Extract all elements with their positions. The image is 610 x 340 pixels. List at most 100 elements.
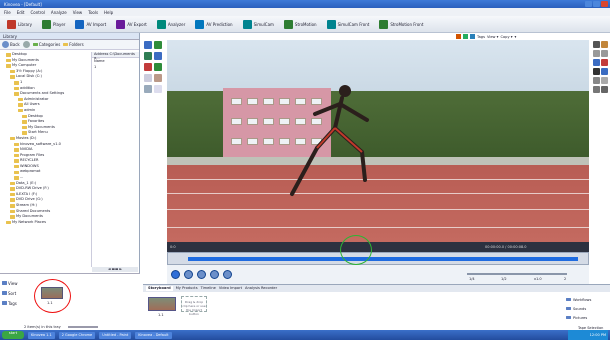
toolbar-label: Library: [18, 21, 32, 27]
pictures-icon: [566, 315, 571, 320]
next-frame-button[interactable]: [210, 270, 219, 279]
toolbar-simulcam-front-button[interactable]: SimulCam Front: [324, 19, 373, 30]
toolbar-analyzer-button[interactable]: Analyzer: [154, 19, 188, 30]
folder-icon: [6, 58, 11, 63]
start-button[interactable]: start: [2, 331, 24, 339]
tags-label[interactable]: Tags: [477, 35, 485, 39]
right-tool-12-icon[interactable]: [600, 85, 608, 93]
toolbar-stromotion-front-button[interactable]: StroMotion Front: [376, 19, 426, 30]
tool-1-icon[interactable]: [144, 41, 152, 49]
menu-edit[interactable]: Edit: [17, 10, 25, 15]
tray-sort-button[interactable]: Sort: [2, 288, 24, 298]
clock: 12:00 PM: [589, 333, 606, 337]
tree-item[interactable]: My Network Places: [2, 220, 90, 226]
toolbar-label: SimulCam: [253, 21, 274, 27]
toolbar-import-button[interactable]: AV Import: [72, 19, 109, 30]
paint-icon[interactable]: [154, 74, 162, 82]
video-viewer[interactable]: [167, 40, 589, 242]
play-button[interactable]: [171, 270, 180, 279]
right-tool-9-icon[interactable]: [592, 76, 600, 84]
toolbar-simulcam-button[interactable]: SimulCam: [240, 19, 277, 30]
menu-view[interactable]: View: [73, 10, 83, 15]
copy-dropdown[interactable]: Copy ▾: [500, 35, 512, 39]
menu-tools[interactable]: Tools: [88, 10, 98, 15]
forward-icon[interactable]: [22, 41, 30, 48]
right-tool-1-icon[interactable]: [592, 40, 600, 48]
view-dropdown[interactable]: View ▾: [487, 35, 498, 39]
view-mode-1-icon[interactable]: [456, 34, 461, 39]
taskbar-task[interactable]: Kinovea - Default: [135, 331, 172, 339]
folder-icon: [6, 220, 11, 225]
position-track[interactable]: [167, 252, 589, 265]
toolbar-prediction-button[interactable]: AV Prediction: [192, 19, 235, 30]
menu-file[interactable]: File: [4, 10, 11, 15]
window-title: Kinovea - [Default]: [4, 2, 42, 7]
view-mode-2-icon[interactable]: [463, 34, 468, 39]
menu-analyze[interactable]: Analyze: [51, 10, 67, 15]
tab-video-import[interactable]: Video Import: [219, 286, 242, 291]
right-tool-7-icon[interactable]: [592, 67, 600, 75]
categories-button[interactable]: Categories: [32, 42, 60, 47]
library-panel: Library Back Categories Folders Desktop M…: [0, 33, 140, 330]
folders-button[interactable]: Folders: [63, 42, 84, 47]
prev-frame-button[interactable]: [197, 270, 206, 279]
tray-tags-button[interactable]: Tags: [2, 298, 24, 308]
right-tool-10-icon[interactable]: [600, 76, 608, 84]
more-dropdown[interactable]: ▾: [515, 35, 517, 39]
tool-2-icon[interactable]: [154, 41, 162, 49]
name-column-value[interactable]: 1: [92, 64, 139, 70]
pointer-icon[interactable]: [144, 74, 152, 82]
storyboard-clip[interactable]: [148, 297, 176, 311]
taskbar-task[interactable]: Untitled - Paint: [99, 331, 132, 339]
close-button[interactable]: [601, 1, 608, 7]
tab-my-products[interactable]: My Products: [176, 286, 198, 291]
maximize-button[interactable]: [593, 1, 600, 7]
menu-control[interactable]: Control: [30, 10, 44, 15]
tab-timeline[interactable]: Timeline: [201, 286, 216, 291]
storyboard-workflows-button[interactable]: Workflows: [566, 295, 608, 304]
toolbar-player-button[interactable]: Player: [39, 19, 68, 30]
toolbar-label: AV Export: [127, 21, 147, 27]
tool-5-icon[interactable]: [144, 63, 152, 71]
loop-button[interactable]: [223, 270, 232, 279]
right-tool-3-icon[interactable]: [592, 49, 600, 57]
crop-icon[interactable]: [144, 85, 152, 93]
right-tool-5-icon[interactable]: [592, 58, 600, 66]
toolbar-stromotion-button[interactable]: StroMotion: [281, 19, 320, 30]
folder-tree[interactable]: Desktop My Documents My Computer 3½ Floppy …: [2, 52, 90, 267]
stop-button[interactable]: [184, 270, 193, 279]
right-tool-2-icon[interactable]: [600, 40, 608, 48]
horizontal-scrollbar[interactable]: ◄ ▬▬ ►: [92, 267, 138, 272]
toolbar-label: SimulCam Front: [337, 21, 370, 27]
right-tool-6-icon[interactable]: [600, 58, 608, 66]
tool-6-icon[interactable]: [154, 63, 162, 71]
tool-3-icon[interactable]: [144, 52, 152, 60]
timeline-header: 0:0 00:00:00.0 / 00:00:08.0: [167, 242, 589, 252]
speed-label-2: 1/2: [501, 277, 507, 281]
toolbar-export-button[interactable]: AV Export: [113, 19, 150, 30]
tool-4-icon[interactable]: [154, 52, 162, 60]
tab-analysis-recorder[interactable]: Analysis Recorder: [245, 286, 277, 291]
folder-icon: [6, 53, 11, 57]
taskbar-task[interactable]: 2 Google Chrome: [58, 331, 96, 339]
right-tool-4-icon[interactable]: [600, 49, 608, 57]
storyboard-dropzone[interactable]: Drag & drop clip here or use the Import …: [181, 296, 207, 316]
resize-icon[interactable]: [154, 85, 162, 93]
storyboard-pictures-button[interactable]: Pictures: [566, 313, 608, 322]
tree-item-label: My Network Places: [12, 219, 46, 224]
zoom-slider[interactable]: [67, 326, 98, 328]
tab-storyboard[interactable]: Storyboard: [146, 286, 173, 291]
back-button[interactable]: Back: [2, 41, 20, 48]
tray-view-button[interactable]: View: [2, 278, 24, 288]
menu-help[interactable]: Help: [104, 10, 113, 15]
right-tool-11-icon[interactable]: [592, 85, 600, 93]
minimize-button[interactable]: [585, 1, 592, 7]
storyboard-sounds-button[interactable]: Sounds: [566, 304, 608, 313]
view-mode-3-icon[interactable]: [470, 34, 475, 39]
toolbar-library-button[interactable]: Library: [4, 19, 35, 30]
taskbar-task[interactable]: Kinovea 1.1: [28, 331, 55, 339]
library-nav: Back Categories Folders: [0, 40, 139, 50]
speed-slider[interactable]: [467, 273, 567, 275]
right-tool-8-icon[interactable]: [600, 67, 608, 75]
toolbar-label: Analyzer: [167, 21, 186, 27]
